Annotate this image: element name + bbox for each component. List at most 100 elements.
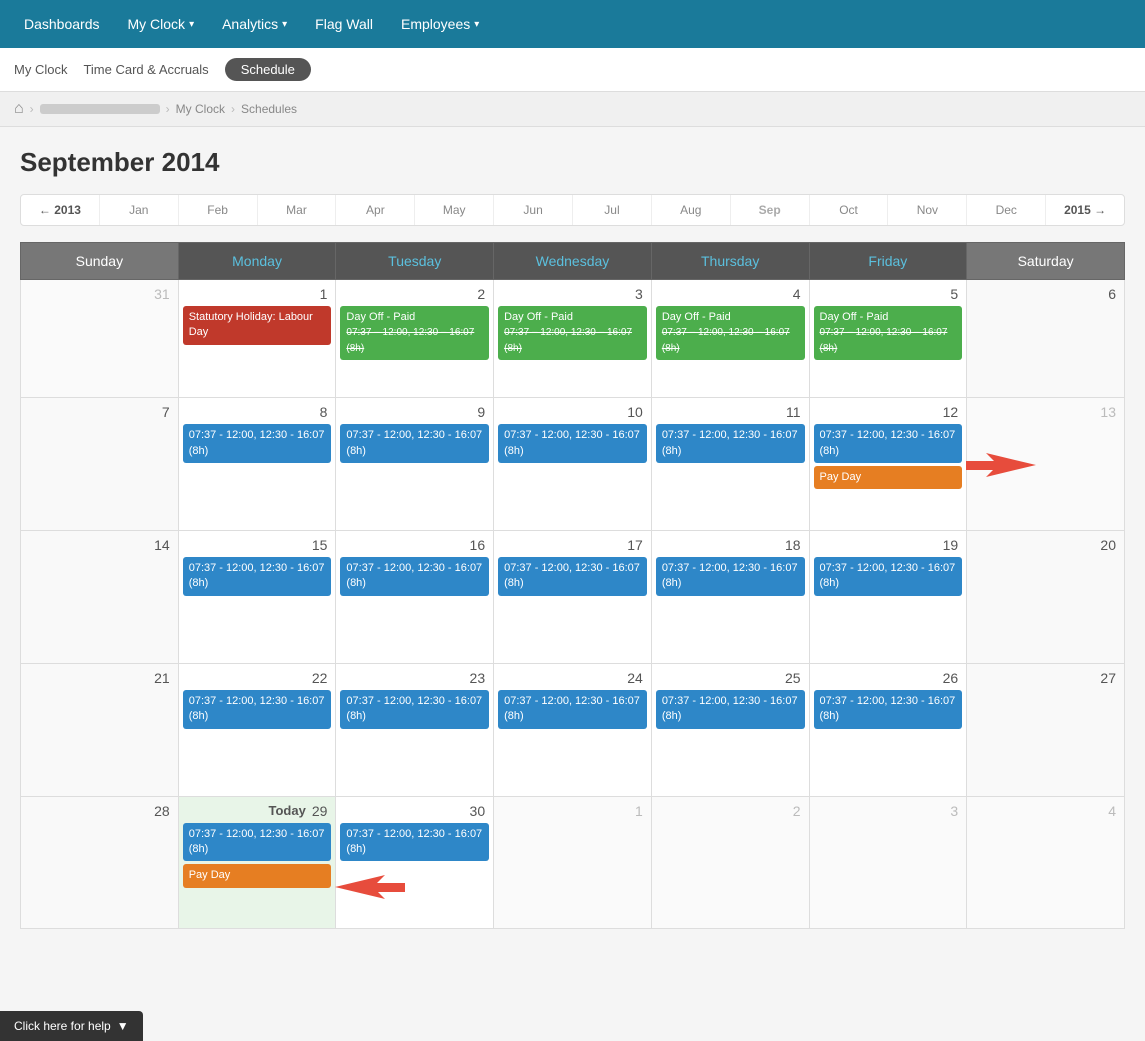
event-payday-29[interactable]: Pay Day (183, 864, 332, 887)
event-sep5[interactable]: Day Off - Paid07:37 – 12:00, 12:30 – 16:… (814, 306, 963, 360)
nav-apr[interactable]: Apr (336, 195, 415, 225)
cell-sep2: 2 Day Off - Paid07:37 – 12:00, 12:30 – 1… (336, 280, 494, 398)
event-sep23[interactable]: 07:37 - 12:00, 12:30 - 16:07 (8h) (340, 690, 489, 729)
day-num-25: 25 (656, 668, 805, 690)
day-num-18: 18 (656, 535, 805, 557)
cell-sep26: 26 07:37 - 12:00, 12:30 - 16:07 (8h) (809, 663, 967, 796)
breadcrumb-myclock[interactable]: My Clock (176, 102, 225, 116)
nav-flagwall[interactable]: Flag Wall (301, 0, 387, 48)
cell-sep11: 11 07:37 - 12:00, 12:30 - 16:07 (8h) (651, 398, 809, 531)
cell-oct4: 4 (967, 796, 1125, 929)
day-num-23: 23 (340, 668, 489, 690)
subnav-myclock[interactable]: My Clock (14, 58, 67, 81)
main-content: September 2014 ← 2013 Jan Feb Mar Apr Ma… (0, 127, 1145, 949)
cell-sep10: 10 07:37 - 12:00, 12:30 - 16:07 (8h) (494, 398, 652, 531)
event-sep16[interactable]: 07:37 - 12:00, 12:30 - 16:07 (8h) (340, 557, 489, 596)
event-sep9[interactable]: 07:37 - 12:00, 12:30 - 16:07 (8h) (340, 424, 489, 463)
col-tuesday: Tuesday (336, 243, 494, 280)
nav-prev-year[interactable]: ← 2013 (21, 195, 100, 225)
cell-sep25: 25 07:37 - 12:00, 12:30 - 16:07 (8h) (651, 663, 809, 796)
nav-myclock[interactable]: My Clock ▾ (114, 0, 209, 48)
event-sep4[interactable]: Day Off - Paid07:37 – 12:00, 12:30 – 16:… (656, 306, 805, 360)
event-sep11[interactable]: 07:37 - 12:00, 12:30 - 16:07 (8h) (656, 424, 805, 463)
cell-sep22: 22 07:37 - 12:00, 12:30 - 16:07 (8h) (178, 663, 336, 796)
cell-sep23: 23 07:37 - 12:00, 12:30 - 16:07 (8h) (336, 663, 494, 796)
day-num-5: 5 (814, 284, 963, 306)
breadcrumb-sep-3: › (231, 102, 235, 116)
event-labour-day[interactable]: Statutory Holiday: Labour Day (183, 306, 332, 345)
home-icon[interactable]: ⌂ (14, 100, 24, 118)
event-payday-12[interactable]: Pay Day (814, 466, 963, 489)
nav-employees[interactable]: Employees ▾ (387, 0, 493, 48)
today-label: Today (269, 803, 306, 818)
day-num-30: 30 (340, 801, 489, 823)
event-sep17[interactable]: 07:37 - 12:00, 12:30 - 16:07 (8h) (498, 557, 647, 596)
day-num-3: 3 (498, 284, 647, 306)
day-num-16: 16 (340, 535, 489, 557)
nav-analytics[interactable]: Analytics ▾ (208, 0, 301, 48)
day-num-1: 1 (183, 284, 332, 306)
nav-dec[interactable]: Dec (967, 195, 1046, 225)
day-num-11: 11 (656, 402, 805, 424)
event-sep3[interactable]: Day Off - Paid07:37 – 12:00, 12:30 – 16:… (498, 306, 647, 360)
subnav-timecard-label: Time Card & Accruals (83, 62, 208, 77)
nav-sep[interactable]: Sep (731, 195, 810, 225)
top-nav: Dashboards My Clock ▾ Analytics ▾ Flag W… (0, 0, 1145, 48)
day-num-15: 15 (183, 535, 332, 557)
nav-next-year[interactable]: 2015 → (1046, 195, 1124, 225)
event-sep24[interactable]: 07:37 - 12:00, 12:30 - 16:07 (8h) (498, 690, 647, 729)
cell-sep9: 9 07:37 - 12:00, 12:30 - 16:07 (8h) (336, 398, 494, 531)
nav-feb[interactable]: Feb (179, 195, 258, 225)
day-num-oct2: 2 (656, 801, 805, 823)
subnav-schedule-label: Schedule (241, 62, 295, 77)
nav-oct[interactable]: Oct (810, 195, 889, 225)
col-saturday: Saturday (967, 243, 1125, 280)
arrow-payday-12 (966, 448, 1036, 486)
day-num-6: 6 (971, 284, 1120, 306)
nav-jun[interactable]: Jun (494, 195, 573, 225)
cell-sep16: 16 07:37 - 12:00, 12:30 - 16:07 (8h) (336, 530, 494, 663)
event-sep29[interactable]: 07:37 - 12:00, 12:30 - 16:07 (8h) (183, 823, 332, 862)
day-num-27: 27 (971, 668, 1120, 690)
event-sep10[interactable]: 07:37 - 12:00, 12:30 - 16:07 (8h) (498, 424, 647, 463)
day-num-10: 10 (498, 402, 647, 424)
breadcrumb-blurred (40, 104, 160, 114)
month-title: September 2014 (20, 147, 1125, 178)
event-sep19[interactable]: 07:37 - 12:00, 12:30 - 16:07 (8h) (814, 557, 963, 596)
cell-sep6: 6 (967, 280, 1125, 398)
cell-sep3: 3 Day Off - Paid07:37 – 12:00, 12:30 – 1… (494, 280, 652, 398)
event-sep15[interactable]: 07:37 - 12:00, 12:30 - 16:07 (8h) (183, 557, 332, 596)
today-date-num: 29 (312, 803, 328, 819)
day-num-9: 9 (340, 402, 489, 424)
calendar-row-4: 21 22 07:37 - 12:00, 12:30 - 16:07 (8h) … (21, 663, 1125, 796)
nav-dashboards[interactable]: Dashboards (10, 0, 114, 48)
event-sep8[interactable]: 07:37 - 12:00, 12:30 - 16:07 (8h) (183, 424, 332, 463)
subnav-timecard[interactable]: Time Card & Accruals (83, 58, 208, 81)
breadcrumb-schedules[interactable]: Schedules (241, 102, 297, 116)
nav-analytics-arrow: ▾ (282, 19, 287, 30)
nav-aug[interactable]: Aug (652, 195, 731, 225)
subnav-schedule[interactable]: Schedule (225, 58, 311, 81)
event-sep22[interactable]: 07:37 - 12:00, 12:30 - 16:07 (8h) (183, 690, 332, 729)
day-num-13: 13 (971, 402, 1120, 424)
cell-sep12: 12 07:37 - 12:00, 12:30 - 16:07 (8h) Pay… (809, 398, 967, 531)
event-sep2[interactable]: Day Off - Paid07:37 – 12:00, 12:30 – 16:… (340, 306, 489, 360)
cell-sep30: 30 07:37 - 12:00, 12:30 - 16:07 (8h) (336, 796, 494, 929)
nav-mar[interactable]: Mar (258, 195, 337, 225)
col-thursday: Thursday (651, 243, 809, 280)
event-sep25[interactable]: 07:37 - 12:00, 12:30 - 16:07 (8h) (656, 690, 805, 729)
breadcrumb-sep-2: › (166, 102, 170, 116)
nav-jan[interactable]: Jan (100, 195, 179, 225)
help-button[interactable]: Click here for help ▼ (0, 1011, 143, 1041)
nav-jul[interactable]: Jul (573, 195, 652, 225)
calendar-row-3: 14 15 07:37 - 12:00, 12:30 - 16:07 (8h) … (21, 530, 1125, 663)
day-num-21: 21 (25, 668, 174, 690)
nav-nov[interactable]: Nov (888, 195, 967, 225)
event-sep12[interactable]: 07:37 - 12:00, 12:30 - 16:07 (8h) (814, 424, 963, 463)
nav-may[interactable]: May (415, 195, 494, 225)
day-num-7: 7 (25, 402, 174, 424)
event-sep18[interactable]: 07:37 - 12:00, 12:30 - 16:07 (8h) (656, 557, 805, 596)
event-sep26[interactable]: 07:37 - 12:00, 12:30 - 16:07 (8h) (814, 690, 963, 729)
event-sep30[interactable]: 07:37 - 12:00, 12:30 - 16:07 (8h) (340, 823, 489, 862)
arrow-payday-29 (335, 870, 405, 908)
